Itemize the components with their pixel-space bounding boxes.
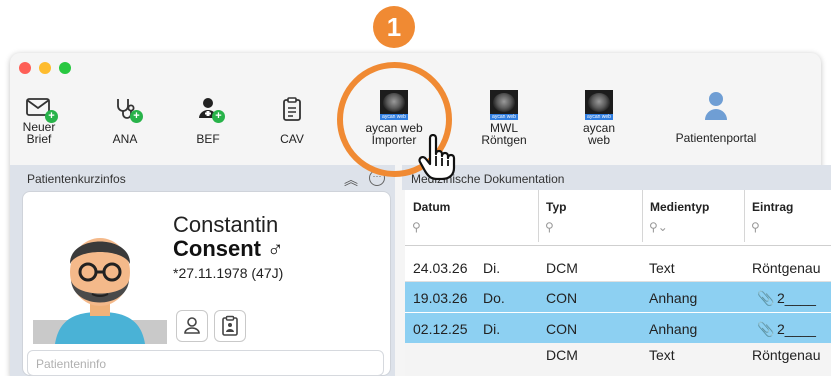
toolbar-ana-label: ANA	[112, 132, 138, 146]
toolbar-aycan-web-label: aycan web	[582, 121, 616, 147]
toolbar-cav-button[interactable]: CAV	[269, 97, 315, 145]
toolbar-patientenportal-label: Patientenportal	[675, 131, 757, 145]
cell-eintrag: 2____	[777, 290, 816, 306]
cell-eintrag: Röntgenau	[752, 347, 821, 363]
search-icon[interactable]: ⚲	[545, 220, 554, 234]
patient-records-button[interactable]	[214, 310, 246, 342]
column-header-typ[interactable]: Typ	[546, 200, 566, 214]
cell-weekday: Di.	[483, 321, 501, 337]
search-icon[interactable]: ⚲	[751, 220, 760, 234]
ct-scan-thumb-icon: aycan web	[490, 90, 518, 120]
clipboard-person-icon	[222, 315, 238, 336]
column-header-datum[interactable]: Datum	[413, 200, 450, 214]
table-row[interactable]: 02.12.25 Di. CON Anhang 📎 2____	[405, 313, 831, 343]
patient-last-name: Consent ♂	[173, 236, 284, 261]
ct-scan-thumb-icon: aycan web	[585, 90, 613, 120]
hand-cursor-icon	[418, 133, 458, 181]
toolbar-patientenportal-button[interactable]: Patientenportal	[666, 90, 766, 144]
patient-first-name: Constantin	[173, 212, 279, 237]
search-icon[interactable]: ⚲	[412, 220, 421, 234]
header-divider	[405, 245, 831, 246]
column-divider	[642, 190, 643, 242]
toolbar-mwl-roentgen-label: MWL Röntgen	[481, 121, 527, 147]
column-header-medientyp[interactable]: Medientyp	[650, 200, 709, 214]
cell-weekday: Di.	[483, 260, 501, 276]
cell-medientyp: Anhang	[649, 290, 698, 306]
cell-medientyp: Text	[649, 347, 675, 363]
table-row[interactable]: DCM Text Röntgenau	[405, 343, 831, 376]
step-number-badge: 1	[373, 6, 415, 48]
patient-profile-button[interactable]	[176, 310, 208, 342]
person-icon	[704, 90, 728, 120]
toolbar-ana-button[interactable]: + ANA	[102, 97, 148, 145]
stage: + Neuer Brief + ANA + BEF CAV aycan web …	[0, 0, 831, 376]
toolbar-bef-label: BEF	[196, 132, 220, 146]
new-letter-icon: +	[26, 97, 58, 123]
clipboard-icon	[282, 97, 302, 121]
paperclip-icon: 📎	[757, 290, 775, 306]
cell-medientyp: Anhang	[649, 321, 698, 337]
cell-eintrag: Röntgenau	[752, 260, 821, 276]
avatar	[33, 210, 167, 344]
toolbar-bef-button[interactable]: + BEF	[185, 97, 231, 145]
patient-dob: *27.11.1978 (47J)	[173, 265, 284, 281]
collapse-chevron-icon[interactable]: ︽	[344, 170, 358, 190]
toolbar-cav-label: CAV	[280, 132, 304, 146]
cell-typ: DCM	[546, 347, 578, 363]
column-header-eintrag[interactable]: Eintrag	[752, 200, 793, 214]
patientinfo-input[interactable]: Patienteninfo	[27, 350, 384, 376]
table-row[interactable]: 19.03.26 Do. CON Anhang 📎 2____	[405, 282, 831, 312]
cell-typ: CON	[546, 290, 578, 306]
cell-typ: DCM	[546, 260, 578, 276]
person-outline-icon	[184, 317, 200, 334]
toolbar-mwl-roentgen-button[interactable]: aycan web MWL Röntgen	[473, 90, 535, 146]
doctor-icon: +	[197, 97, 225, 123]
column-divider	[538, 190, 539, 242]
close-window-button[interactable]	[19, 62, 31, 74]
toolbar-new-letter-button[interactable]: + Neuer Brief	[16, 97, 62, 145]
cell-eintrag: 2____	[777, 321, 816, 337]
toolbar-new-letter-label: Neuer Brief	[22, 120, 56, 146]
cell-medientyp: Text	[649, 260, 675, 276]
minimize-window-button[interactable]	[39, 62, 51, 74]
column-divider	[744, 190, 745, 242]
search-dropdown-icon[interactable]: ⚲⌄	[649, 220, 668, 234]
stethoscope-icon: +	[113, 97, 143, 123]
paperclip-icon: 📎	[757, 321, 775, 337]
cell-datum: 24.03.26	[413, 260, 468, 276]
cell-weekday: Do.	[483, 290, 505, 306]
patient-summary-title: Patientenkurzinfos	[27, 172, 126, 186]
cell-typ: CON	[546, 321, 578, 337]
cell-datum: 02.12.25	[413, 321, 468, 337]
zoom-window-button[interactable]	[59, 62, 71, 74]
table-row[interactable]: 24.03.26 Di. DCM Text Röntgenau	[405, 252, 831, 282]
toolbar-aycan-web-button[interactable]: aycan web aycan web	[570, 90, 628, 146]
cell-datum: 19.03.26	[413, 290, 468, 306]
